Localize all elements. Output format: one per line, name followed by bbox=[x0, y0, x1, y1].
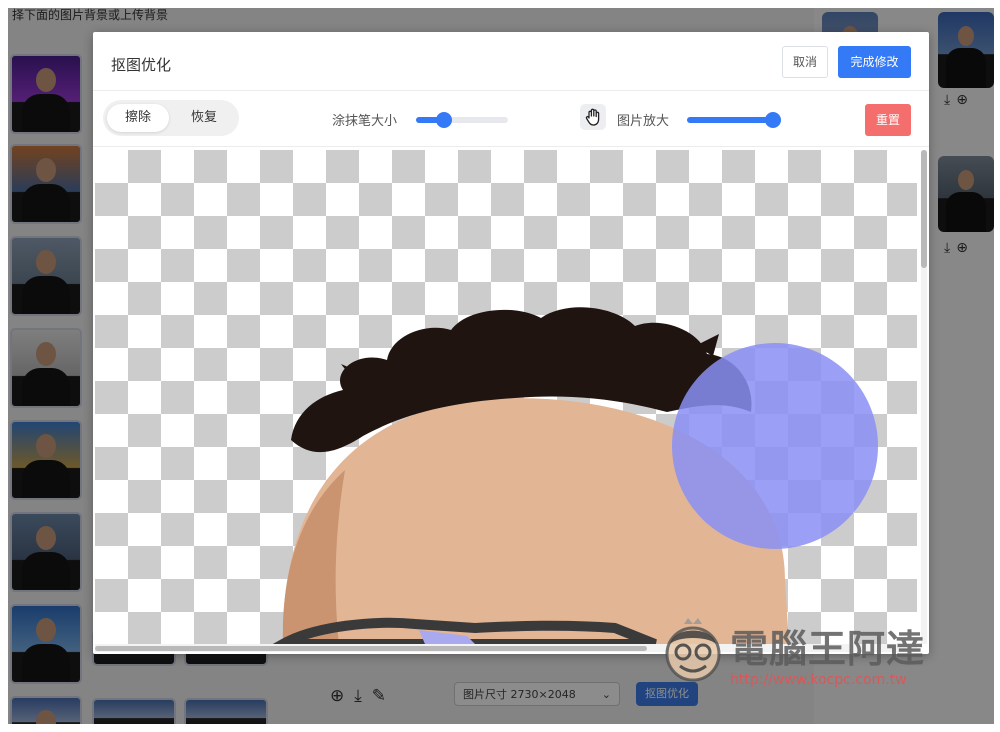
zoom-label: 图片放大 bbox=[617, 114, 670, 129]
image-canvas[interactable] bbox=[95, 150, 917, 644]
edit-toolbar: 擦除 恢复 涂抹笔大小 图片放大 重置 bbox=[93, 90, 929, 147]
hand-icon[interactable] bbox=[580, 104, 606, 130]
brush-size-slider[interactable] bbox=[416, 112, 508, 128]
vertical-scrollbar[interactable] bbox=[921, 150, 927, 644]
modal-title: 抠图优化 bbox=[111, 56, 172, 74]
reset-button[interactable]: 重置 bbox=[865, 104, 911, 136]
cutout-optimize-modal: 抠图优化 取消 完成修改 擦除 恢复 涂抹笔大小 图片放大 重置 bbox=[93, 32, 929, 654]
brush-size-label: 涂抹笔大小 bbox=[332, 114, 398, 129]
zoom-slider[interactable] bbox=[687, 112, 782, 128]
zoom-fill bbox=[687, 117, 774, 123]
restore-mode-button[interactable]: 恢复 bbox=[173, 104, 235, 132]
mode-toggle: 擦除 恢复 bbox=[103, 100, 239, 136]
watermark: 電腦王阿達 http://www.kocpc.com.tw bbox=[660, 612, 960, 702]
finish-edit-button[interactable]: 完成修改 bbox=[838, 46, 911, 78]
cancel-button[interactable]: 取消 bbox=[782, 46, 828, 78]
horizontal-scrollbar-thumb[interactable] bbox=[95, 646, 647, 651]
erase-mode-button[interactable]: 擦除 bbox=[107, 104, 169, 132]
mascot-logo-icon bbox=[665, 618, 721, 682]
watermark-title: 電腦王阿達 bbox=[730, 627, 926, 671]
vertical-scrollbar-thumb[interactable] bbox=[921, 150, 927, 268]
watermark-url: http://www.kocpc.com.tw bbox=[730, 672, 907, 688]
cutout-image bbox=[272, 307, 878, 644]
zoom-handle[interactable] bbox=[765, 112, 782, 128]
modal-header: 抠图优化 取消 完成修改 bbox=[93, 32, 929, 91]
brush-size-handle[interactable] bbox=[435, 112, 452, 128]
